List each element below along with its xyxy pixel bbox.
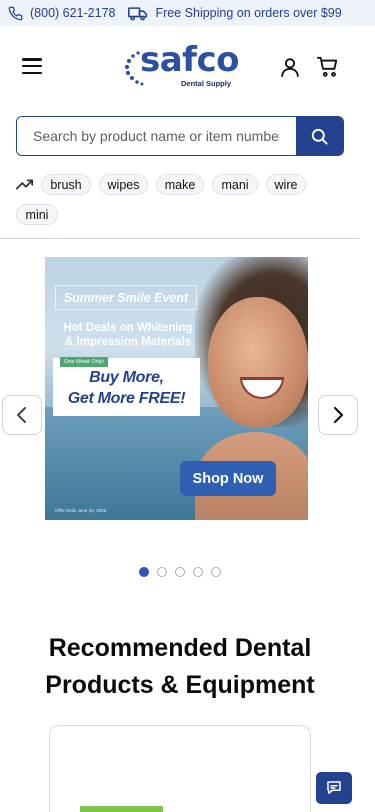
- search-input[interactable]: [17, 117, 296, 155]
- logo-wordmark: safco: [140, 40, 240, 80]
- tag-chip[interactable]: mini: [16, 204, 58, 225]
- carousel-dot[interactable]: [193, 567, 203, 577]
- tag-chip[interactable]: mani: [212, 174, 258, 195]
- banner-photo-face: [208, 297, 308, 427]
- banner-tag: One Week Only!: [60, 357, 109, 367]
- tag-chip[interactable]: wipes: [99, 174, 148, 195]
- banner-subtitle-line2: & Impression Materials: [65, 336, 191, 348]
- section-heading-line2: Products & Equipment: [45, 671, 315, 699]
- chat-button[interactable]: [316, 772, 352, 804]
- promo-banner[interactable]: Summer Smile Event Hot Deals on Whitenin…: [45, 257, 308, 520]
- logo-subtitle: Dental Supply: [181, 79, 232, 88]
- banner-title: Summer Smile Event: [55, 285, 197, 310]
- chevron-left-icon: [17, 407, 26, 423]
- phone-link[interactable]: (800) 621-2178: [8, 6, 115, 21]
- site-header: safco Dental Supply: [0, 26, 375, 106]
- search-bar: [16, 116, 344, 156]
- banner-offer-line2: Get More FREE!: [67, 390, 186, 407]
- carousel-dots: [139, 567, 221, 577]
- trending-up-icon: [16, 179, 34, 190]
- section-heading: Recommended Dental Products & Equipment: [0, 630, 360, 704]
- product-image: [80, 806, 163, 812]
- shop-now-button[interactable]: Shop Now: [180, 461, 276, 496]
- shipping-notice: Free Shipping on orders over $99: [128, 6, 342, 21]
- product-card[interactable]: [49, 725, 311, 812]
- carousel-dot[interactable]: [157, 567, 167, 577]
- truck-icon: [128, 6, 148, 20]
- tag-chip[interactable]: make: [156, 174, 204, 195]
- carousel-dot[interactable]: [139, 567, 149, 577]
- carousel-dot[interactable]: [211, 567, 221, 577]
- tag-chip[interactable]: wire: [266, 174, 306, 195]
- banner-offer-text: Buy More, Get More FREE!: [53, 367, 200, 409]
- banner-subtitle: Hot Deals on Whitening & Impression Mate…: [55, 321, 201, 349]
- banner-subtitle-line1: Hot Deals on Whitening: [63, 322, 193, 334]
- section-heading-line1: Recommended Dental: [48, 634, 312, 662]
- carousel-next-button[interactable]: [318, 395, 358, 435]
- account-icon[interactable]: [279, 56, 301, 78]
- search-icon: [311, 128, 328, 145]
- carousel-prev-button[interactable]: [2, 395, 42, 435]
- menu-icon[interactable]: [22, 58, 42, 74]
- search-button[interactable]: [296, 117, 343, 155]
- banner-offer-box: One Week Only! Buy More, Get More FREE!: [53, 357, 200, 416]
- cart-icon[interactable]: [317, 56, 339, 78]
- tag-chip[interactable]: brush: [41, 174, 91, 195]
- chat-icon: [327, 781, 341, 794]
- top-info-bar: (800) 621-2178 Free Shipping on orders o…: [0, 0, 375, 26]
- carousel-dot[interactable]: [175, 567, 185, 577]
- phone-icon: [8, 6, 23, 20]
- phone-number: (800) 621-2178: [30, 6, 116, 20]
- banner-fine-print: Offer Ends June 30, 2025: [55, 508, 107, 513]
- chevron-right-icon: [333, 406, 344, 424]
- banner-offer-line1: Buy More,: [89, 369, 164, 386]
- section-divider: [0, 238, 360, 239]
- safco-logo[interactable]: safco Dental Supply: [124, 40, 240, 88]
- shipping-text: Free Shipping on orders over $99: [155, 6, 342, 20]
